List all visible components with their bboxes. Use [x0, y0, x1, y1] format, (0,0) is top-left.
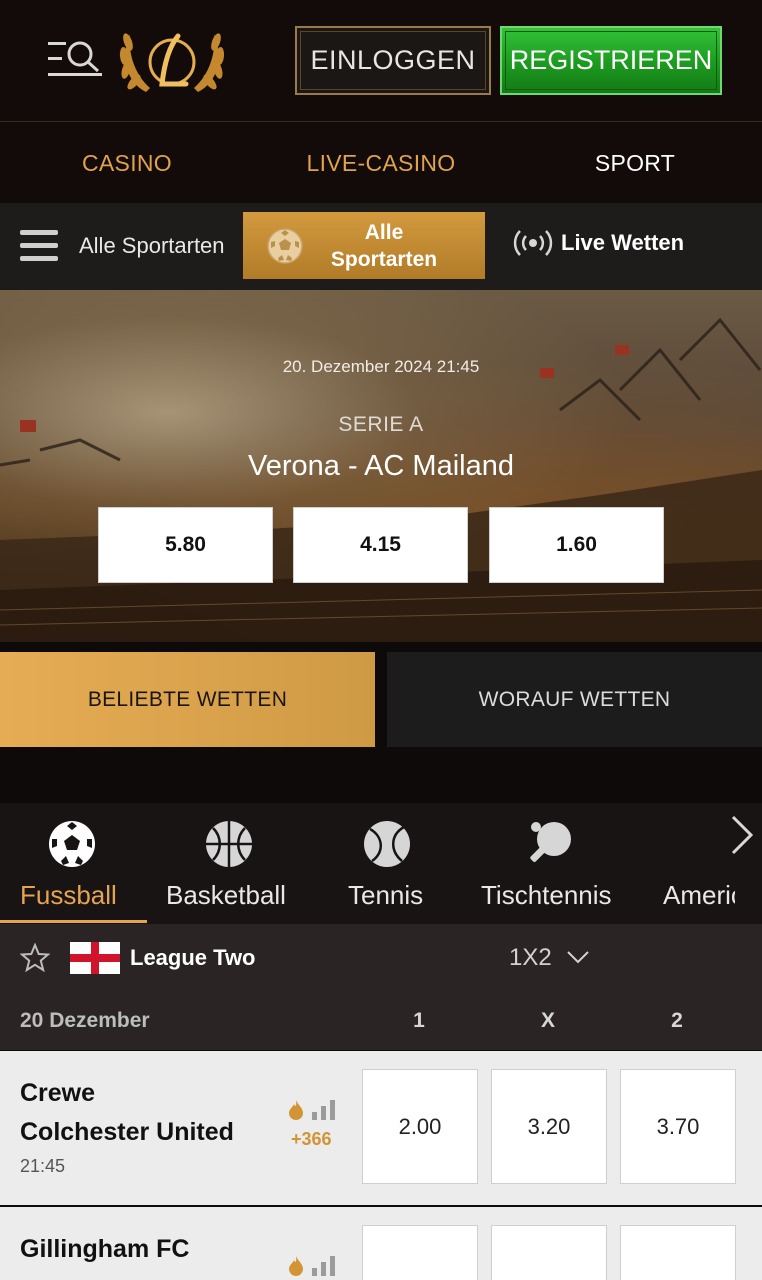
league-name: League Two — [130, 945, 256, 970]
match-row[interactable]: Crewe Colchester United 21:45 +366 2.00 … — [0, 1051, 762, 1205]
sport-table-tennis-label: Tischtennis — [481, 880, 612, 910]
active-sport-indicator — [0, 920, 147, 923]
nav-live-casino[interactable]: LIVE-CASINO — [254, 123, 508, 203]
hero-odd-draw[interactable]: 4.15 — [293, 507, 468, 583]
sport-basketball-label: Basketball — [166, 880, 286, 910]
live-bets-label: Live Wetten — [561, 230, 685, 255]
sport-american-label: Americ — [663, 880, 735, 910]
sport-football-label: Fussball — [20, 880, 117, 910]
stats-icon[interactable] — [312, 1100, 336, 1120]
login-button[interactable]: EINLOGGEN — [295, 26, 491, 95]
match-teams: Verona - AC Mailand — [248, 450, 514, 482]
market-selector[interactable]: 1X2 — [509, 944, 552, 972]
match-time: 21:45 — [20, 1156, 66, 1176]
home-team: Crewe — [20, 1079, 96, 1107]
sport-american[interactable]: Americ — [645, 803, 735, 924]
main-nav: CASINO LIVE-CASINO SPORT — [0, 123, 762, 203]
soccer-ball-icon — [267, 227, 303, 264]
table-tennis-icon — [530, 822, 571, 862]
menu-search-icon[interactable] — [48, 38, 102, 80]
live-bets-link[interactable]: Live Wetten — [513, 228, 684, 258]
hero-odd-home[interactable]: 5.80 — [98, 507, 273, 583]
all-sports-link[interactable]: Alle Sportarten — [79, 233, 225, 259]
column-home: 1 — [413, 1009, 425, 1032]
home-team: Gillingham FC — [20, 1235, 190, 1263]
sport-tennis-label: Tennis — [348, 880, 424, 910]
odd-draw[interactable]: 3.20 — [491, 1069, 607, 1184]
sport-selector: Fussball Basketball Tennis Tischtennis A… — [0, 803, 762, 924]
away-team: Colchester United — [20, 1118, 234, 1146]
fire-icon — [289, 1100, 303, 1120]
tab-popular-bets[interactable]: BELIEBTE WETTEN — [0, 652, 375, 747]
stats-icon[interactable] — [312, 1256, 336, 1276]
odd-draw[interactable] — [491, 1225, 607, 1280]
chevron-right-icon[interactable] — [729, 814, 755, 856]
odd-away[interactable]: 3.70 — [620, 1069, 736, 1184]
register-button[interactable]: REGISTRIEREN — [500, 26, 722, 95]
nav-sport[interactable]: SPORT — [508, 123, 762, 203]
broadcast-icon — [513, 230, 553, 256]
column-away: 2 — [671, 1009, 683, 1032]
hero-odd-away[interactable]: 1.60 — [489, 507, 664, 583]
all-sports-button-line1: Alle — [364, 220, 404, 244]
league-date: 20 Dezember — [20, 1009, 150, 1032]
star-icon[interactable] — [20, 943, 50, 973]
more-markets-count[interactable]: +366 — [291, 1129, 332, 1150]
match-league: SERIE A — [338, 413, 424, 436]
match-row[interactable]: Gillingham FC — [0, 1207, 762, 1280]
all-sports-button[interactable]: Alle Sportarten — [243, 212, 485, 279]
column-draw: X — [540, 1009, 555, 1032]
laurel-logo-icon[interactable] — [116, 22, 228, 98]
sport-basketball[interactable]: Basketball — [155, 803, 307, 924]
sport-tennis[interactable]: Tennis — [330, 803, 448, 924]
odd-home[interactable] — [362, 1225, 478, 1280]
hamburger-icon[interactable] — [20, 228, 58, 264]
sport-football[interactable]: Fussball — [0, 803, 147, 924]
england-flag-icon — [70, 942, 120, 974]
odd-away[interactable] — [620, 1225, 736, 1280]
odd-home[interactable]: 2.00 — [362, 1069, 478, 1184]
tab-what-to-bet[interactable]: WORAUF WETTEN — [387, 652, 762, 747]
match-date: 20. Dezember 2024 21:45 — [282, 357, 480, 376]
all-sports-button-line2: Sportarten — [330, 247, 438, 271]
basketball-icon — [206, 821, 252, 867]
fire-icon — [289, 1256, 303, 1276]
nav-casino[interactable]: CASINO — [0, 123, 254, 203]
chevron-down-icon[interactable] — [566, 950, 590, 964]
soccer-ball-icon — [49, 821, 95, 867]
sport-table-tennis[interactable]: Tischtennis — [470, 803, 635, 924]
tennis-ball-icon — [364, 821, 410, 867]
